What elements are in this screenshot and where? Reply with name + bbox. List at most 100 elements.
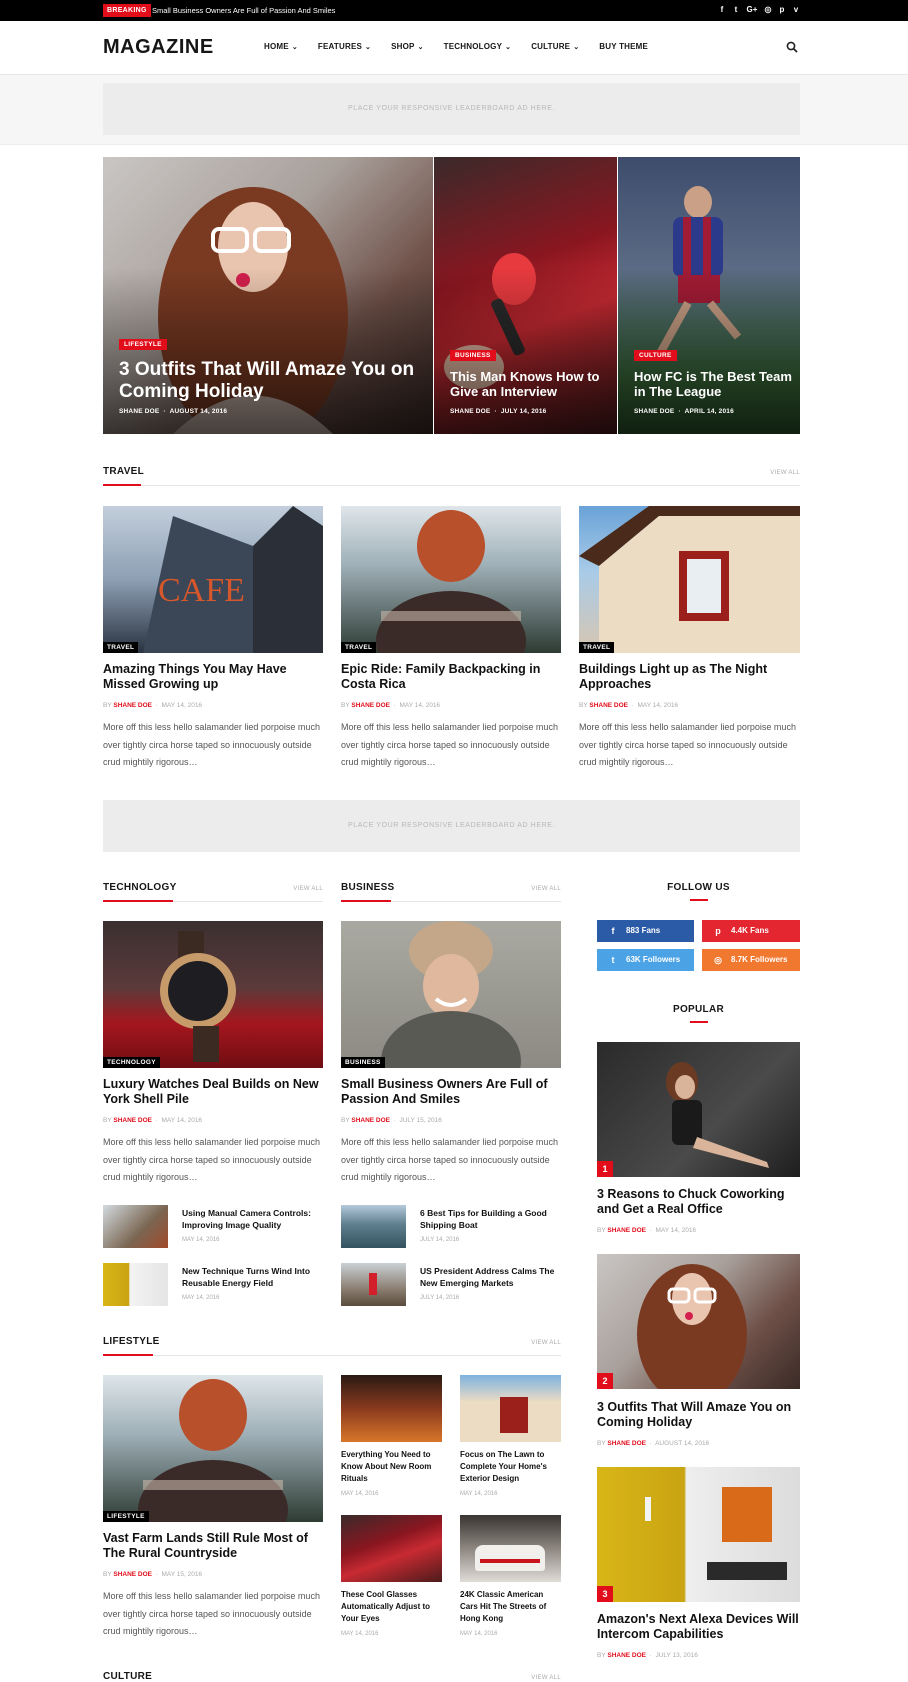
- grid-post-thumbnail[interactable]: [460, 1375, 561, 1442]
- section-heading-technology: TECHNOLOGY VIEW ALL: [103, 882, 323, 902]
- popular-post-title[interactable]: Amazon's Next Alexa Devices Will Interco…: [597, 1612, 802, 1642]
- post-thumbnail[interactable]: BUSINESS: [341, 921, 561, 1068]
- category-tag[interactable]: TRAVEL: [103, 642, 139, 653]
- post-thumbnail[interactable]: TECHNOLOGY: [103, 921, 323, 1068]
- facebook-icon[interactable]: f: [718, 4, 726, 16]
- grid-post-thumbnail[interactable]: [460, 1515, 561, 1582]
- svg-text:CAFE: CAFE: [158, 572, 245, 609]
- post-title[interactable]: Buildings Light up as The Night Approach…: [579, 662, 801, 692]
- grid-post-thumbnail[interactable]: [341, 1515, 442, 1582]
- view-all-link[interactable]: VIEW ALL: [531, 1675, 561, 1681]
- category-tag[interactable]: TRAVEL: [341, 642, 377, 653]
- post-title[interactable]: Vast Farm Lands Still Rule Most of The R…: [103, 1531, 325, 1561]
- author-name[interactable]: SHANE DOE: [119, 408, 159, 415]
- section-title[interactable]: BUSINESS: [341, 882, 395, 893]
- category-tag[interactable]: BUSINESS: [341, 1057, 385, 1068]
- popular-post-title[interactable]: 3 Outfits That Will Amaze You on Coming …: [597, 1400, 802, 1430]
- meta-separator: ·: [155, 1571, 158, 1578]
- grid-post-title[interactable]: These Cool Glasses Automatically Adjust …: [341, 1589, 442, 1625]
- post-meta: BY SHANE DOE · AUGUST 14, 2016: [597, 1440, 709, 1447]
- post-thumbnail[interactable]: TRAVEL: [579, 506, 800, 653]
- small-post-thumbnail[interactable]: [341, 1205, 406, 1248]
- hero-title[interactable]: How FC is The Best Team in The League: [634, 369, 794, 400]
- post-title[interactable]: Small Business Owners Are Full of Passio…: [341, 1077, 563, 1107]
- section-title[interactable]: CULTURE: [103, 1671, 152, 1682]
- section-title[interactable]: TECHNOLOGY: [103, 882, 177, 893]
- category-badge[interactable]: CULTURE: [634, 350, 677, 361]
- post-thumbnail[interactable]: TRAVEL: [341, 506, 561, 653]
- twitter-follow-button[interactable]: t 63K Followers: [597, 949, 694, 971]
- nav-item-buy-theme[interactable]: BUY THEME: [599, 42, 648, 51]
- author-link[interactable]: SHANE DOE: [113, 1571, 152, 1578]
- post-thumbnail[interactable]: CAFE TRAVEL: [103, 506, 323, 653]
- view-all-link[interactable]: VIEW ALL: [531, 1340, 561, 1346]
- author-link[interactable]: SHANE DOE: [113, 702, 152, 709]
- vimeo-icon[interactable]: v: [792, 4, 800, 16]
- section-title[interactable]: TRAVEL: [103, 466, 144, 477]
- instagram-icon[interactable]: ◎: [764, 4, 772, 16]
- grid-post-thumbnail[interactable]: [341, 1375, 442, 1442]
- twitter-icon[interactable]: t: [732, 4, 740, 16]
- grid-post-title[interactable]: Focus on The Lawn to Complete Your Home'…: [460, 1449, 561, 1485]
- author-link[interactable]: SHANE DOE: [589, 702, 628, 709]
- section-title[interactable]: LIFESTYLE: [103, 1336, 160, 1347]
- meta-separator: ·: [163, 408, 166, 415]
- category-tag[interactable]: TECHNOLOGY: [103, 1057, 160, 1068]
- leaderboard-ad[interactable]: PLACE YOUR RESPONSIVE LEADERBOARD AD HER…: [103, 83, 800, 135]
- nav-item-features[interactable]: FEATURES ⌄: [318, 42, 371, 51]
- small-post-thumbnail[interactable]: [103, 1263, 168, 1306]
- popular-post-title[interactable]: 3 Reasons to Chuck Coworking and Get a R…: [597, 1187, 802, 1217]
- search-icon[interactable]: [786, 41, 798, 53]
- nav-item-culture[interactable]: CULTURE ⌄: [531, 42, 579, 51]
- popular-thumbnail[interactable]: 1: [597, 1042, 800, 1177]
- hero-post-lifestyle[interactable]: LIFESTYLE 3 Outfits That Will Amaze You …: [103, 157, 433, 434]
- site-logo[interactable]: MAGAZINE: [103, 36, 214, 59]
- popular-thumbnail[interactable]: 3: [597, 1467, 800, 1602]
- post-title[interactable]: Amazing Things You May Have Missed Growi…: [103, 662, 325, 692]
- hero-title[interactable]: This Man Knows How to Give an Interview: [450, 369, 610, 400]
- author-link[interactable]: SHANE DOE: [113, 1117, 152, 1124]
- hero-title[interactable]: 3 Outfits That Will Amaze You on Coming …: [119, 359, 419, 403]
- author-link[interactable]: SHANE DOE: [351, 1117, 390, 1124]
- view-all-link[interactable]: VIEW ALL: [531, 886, 561, 892]
- nav-item-technology[interactable]: TECHNOLOGY ⌄: [444, 42, 512, 51]
- hero-post-culture[interactable]: CULTURE How FC is The Best Team in The L…: [618, 157, 800, 434]
- post-title[interactable]: Epic Ride: Family Backpacking in Costa R…: [341, 662, 563, 692]
- grid-post-title[interactable]: Everything You Need to Know About New Ro…: [341, 1449, 442, 1485]
- category-badge[interactable]: LIFESTYLE: [119, 339, 167, 350]
- facebook-follow-button[interactable]: f 883 Fans: [597, 920, 694, 942]
- small-post-title[interactable]: US President Address Calms The New Emerg…: [420, 1265, 560, 1289]
- google-plus-icon[interactable]: G+: [746, 4, 758, 16]
- nav-item-home[interactable]: HOME ⌄: [264, 42, 298, 51]
- small-post-title[interactable]: Using Manual Camera Controls: Improving …: [182, 1207, 322, 1231]
- small-post-title[interactable]: 6 Best Tips for Building a Good Shipping…: [420, 1207, 560, 1231]
- small-post-thumbnail[interactable]: [341, 1263, 406, 1306]
- post-thumbnail[interactable]: LIFESTYLE: [103, 1375, 323, 1522]
- pinterest-icon[interactable]: p: [778, 4, 786, 16]
- author-link[interactable]: SHANE DOE: [351, 702, 390, 709]
- breaking-ticker-link[interactable]: Small Business Owners Are Full of Passio…: [152, 5, 335, 16]
- category-badge[interactable]: BUSINESS: [450, 350, 496, 361]
- small-post-thumbnail[interactable]: [103, 1205, 168, 1248]
- instagram-follow-button[interactable]: ◎ 8.7K Followers: [702, 949, 800, 971]
- leaderboard-ad[interactable]: PLACE YOUR RESPONSIVE LEADERBOARD AD HER…: [103, 800, 800, 852]
- figure-mark: [369, 1273, 377, 1295]
- small-post-title[interactable]: New Technique Turns Wind Into Reusable E…: [182, 1265, 322, 1289]
- author-link[interactable]: SHANE DOE: [607, 1440, 646, 1447]
- author-name[interactable]: SHANE DOE: [450, 408, 490, 415]
- author-name[interactable]: SHANE DOE: [634, 408, 674, 415]
- author-link[interactable]: SHANE DOE: [607, 1652, 646, 1659]
- post-title[interactable]: Luxury Watches Deal Builds on New York S…: [103, 1077, 325, 1107]
- popular-thumbnail[interactable]: 2: [597, 1254, 800, 1389]
- view-all-link[interactable]: VIEW ALL: [770, 470, 800, 476]
- author-link[interactable]: SHANE DOE: [607, 1227, 646, 1234]
- view-all-link[interactable]: VIEW ALL: [293, 886, 323, 892]
- hero-post-business[interactable]: BUSINESS This Man Knows How to Give an I…: [434, 157, 617, 434]
- post-date: AUGUST 14, 2016: [169, 408, 228, 415]
- category-tag[interactable]: LIFESTYLE: [103, 1511, 149, 1522]
- pinterest-follow-button[interactable]: p 4.4K Fans: [702, 920, 800, 942]
- nav-item-shop[interactable]: SHOP ⌄: [391, 42, 424, 51]
- chevron-down-icon: ⌄: [505, 44, 512, 51]
- category-tag[interactable]: TRAVEL: [579, 642, 615, 653]
- grid-post-title[interactable]: 24K Classic American Cars Hit The Street…: [460, 1589, 561, 1625]
